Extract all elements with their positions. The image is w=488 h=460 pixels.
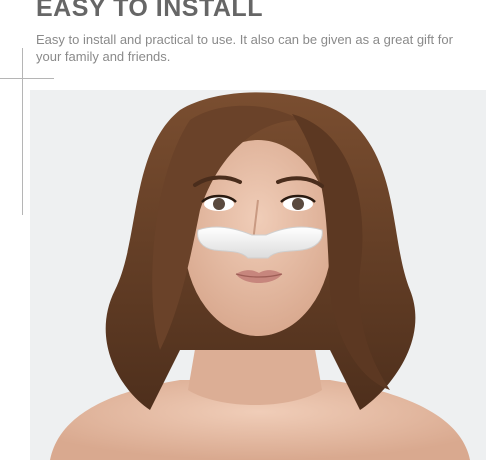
section-title: EASY TO INSTALL [36,0,263,22]
decorative-horizontal-line [0,78,54,79]
section-description: Easy to install and practical to use. It… [36,32,453,64]
decorative-vertical-line [22,48,23,215]
product-photo [30,90,486,460]
woman-portrait-illustration [30,90,486,460]
